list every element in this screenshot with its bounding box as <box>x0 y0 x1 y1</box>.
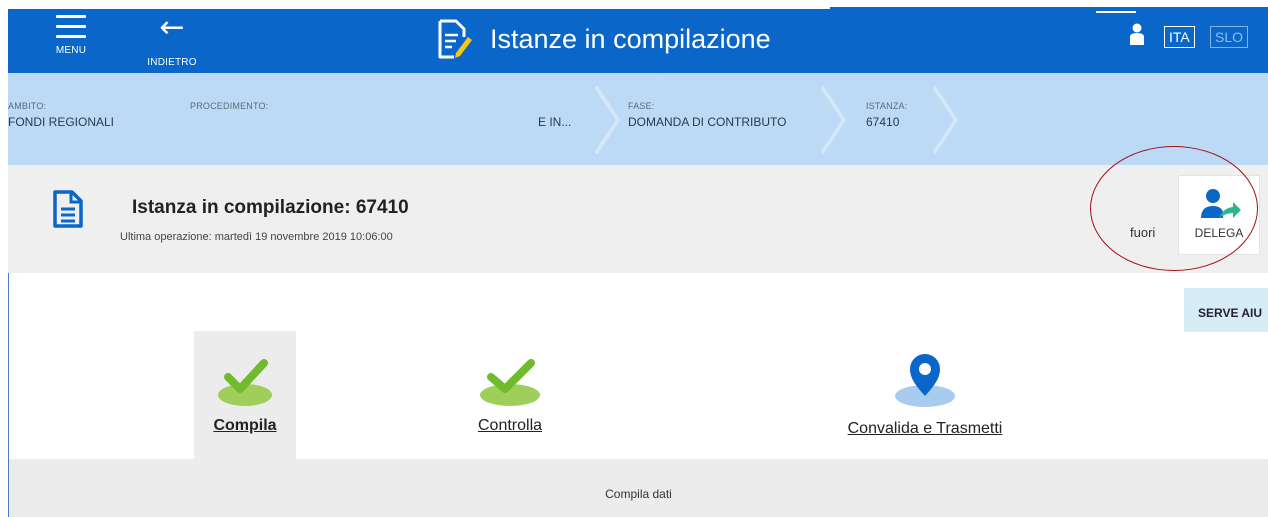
breadcrumb-fase[interactable]: FASE: DOMANDA DI CONTRIBUTO <box>628 101 786 129</box>
step-label: Compila <box>213 417 277 434</box>
hamburger-icon <box>56 15 86 38</box>
chevron-right-icon <box>932 85 959 155</box>
breadcrumb-procedimento-value[interactable]: E IN... <box>538 101 571 129</box>
highlight-circle <box>1090 146 1258 271</box>
lang-ita-button[interactable]: ITA <box>1164 26 1195 48</box>
menu-button[interactable]: MENU <box>44 11 98 69</box>
page-title-wrap: Istanze in compilazione <box>436 19 771 59</box>
bottom-section: Compila dati <box>9 459 1268 517</box>
step-controlla[interactable]: Controlla <box>450 355 570 435</box>
back-button[interactable]: ← INDIETRO <box>136 11 208 69</box>
top-divider <box>8 7 830 9</box>
page-title: Istanze in compilazione <box>490 23 771 54</box>
chevron-right-icon <box>820 85 847 155</box>
top-bar: MENU ← INDIETRO Istanze in compilazione … <box>8 7 1268 73</box>
step-label: Controlla <box>477 417 543 434</box>
document-icon <box>53 190 83 228</box>
breadcrumb-value: 67410 <box>866 115 900 129</box>
last-operation: Ultima operazione: martedì 19 novembre 2… <box>120 231 393 243</box>
istanza-title: Istanza in compilazione: 67410 <box>132 197 409 218</box>
back-label: INDIETRO <box>147 57 197 68</box>
step-convalida-trasmetti[interactable]: Convalida e Trasmetti <box>810 352 1040 438</box>
breadcrumb-value: FONDI REGIONALI <box>8 115 115 129</box>
location-pin-icon <box>895 354 955 407</box>
breadcrumb-value: E IN... <box>538 115 572 129</box>
breadcrumb-istanza[interactable]: ISTANZA: 67410 <box>866 101 907 129</box>
breadcrumb-value: DOMANDA DI CONTRIBUTO <box>628 115 787 129</box>
step-compila[interactable]: Compila <box>194 355 296 435</box>
help-button[interactable]: SERVE AIU <box>1184 288 1268 332</box>
chevron-right-icon <box>594 85 621 155</box>
breadcrumb: AMBITO: FONDI REGIONALI PROCEDIMENTO: E … <box>8 73 1268 165</box>
istanza-header: Istanza in compilazione: 67410 Ultima op… <box>8 165 1268 429</box>
check-icon <box>218 359 272 406</box>
breadcrumb-key: FASE: <box>628 101 655 111</box>
breadcrumb-ambito[interactable]: AMBITO: FONDI REGIONALI <box>8 101 114 129</box>
menu-label: MENU <box>55 45 87 56</box>
top-divider-right <box>1096 11 1136 13</box>
user-icon[interactable] <box>1130 23 1144 45</box>
breadcrumb-key: PROCEDIMENTO: <box>190 101 269 111</box>
breadcrumb-key: ISTANZA: <box>866 101 908 111</box>
breadcrumb-key: AMBITO: <box>8 101 47 111</box>
arrow-left-icon: ← <box>159 10 185 45</box>
check-icon <box>480 359 540 406</box>
step-label: Convalida e Trasmetti <box>847 420 1003 437</box>
breadcrumb-procedimento[interactable]: PROCEDIMENTO: <box>190 101 268 111</box>
bottom-label: Compila dati <box>605 487 672 501</box>
document-edit-icon <box>438 19 472 59</box>
lang-slo-button[interactable]: SLO <box>1210 26 1249 48</box>
